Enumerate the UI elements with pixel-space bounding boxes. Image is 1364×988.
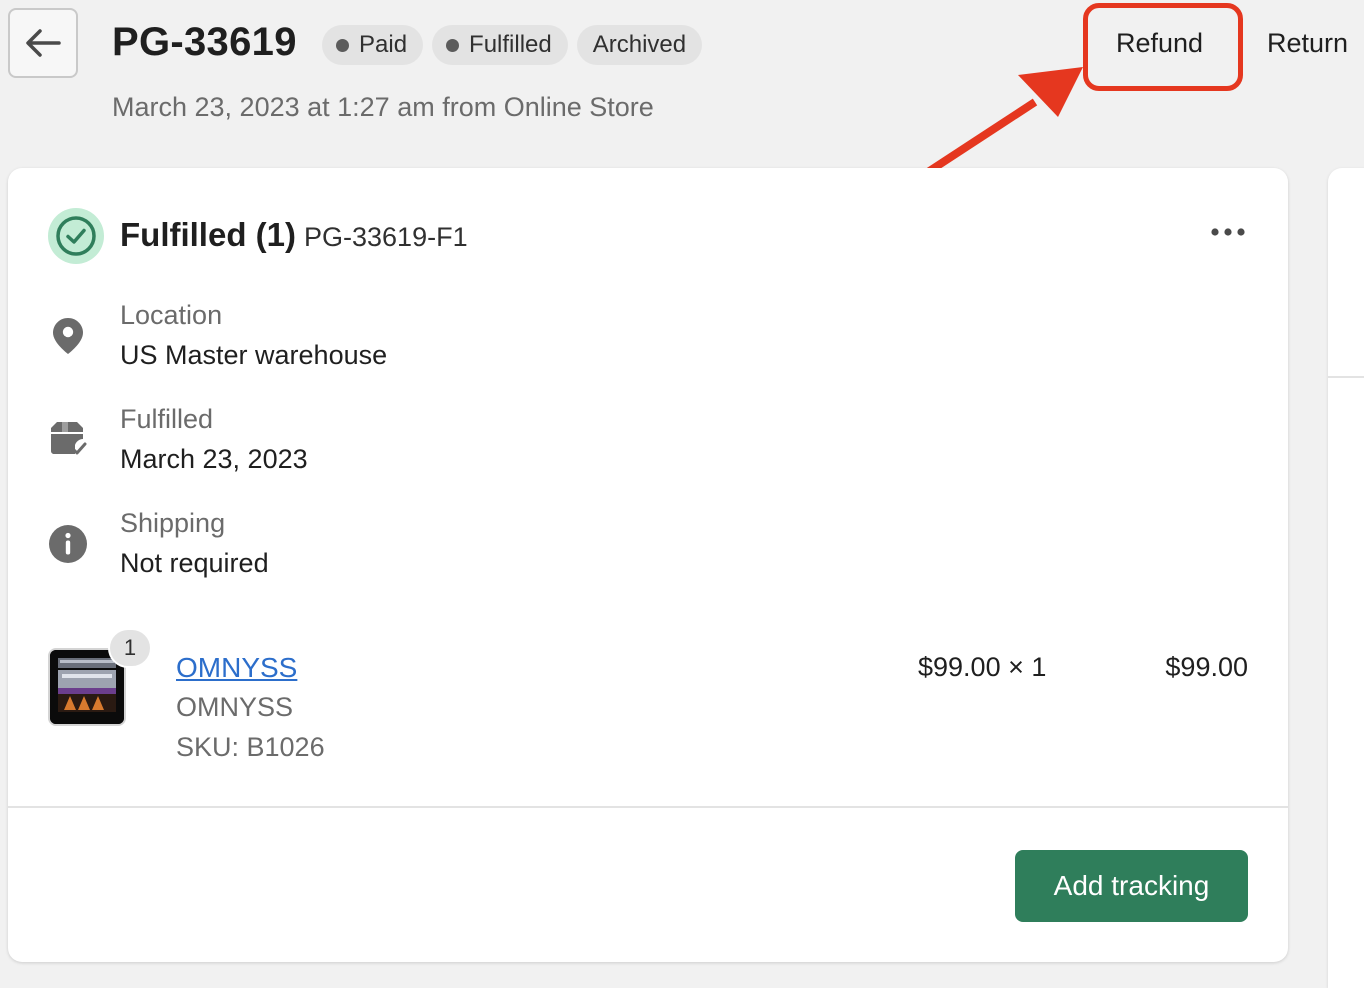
side-panel-card — [1328, 168, 1364, 988]
product-link[interactable]: OMNYSS — [176, 652, 297, 684]
fulfilled-value: March 23, 2023 — [120, 444, 308, 474]
location-label: Location — [120, 300, 223, 330]
fulfilled-label: Fulfilled — [120, 404, 214, 434]
return-button[interactable]: Return — [1267, 28, 1348, 59]
order-subtitle: March 23, 2023 at 1:27 am from Online St… — [112, 92, 654, 122]
quantity-badge: 1 — [108, 628, 152, 668]
divider — [1328, 376, 1364, 378]
product-variant: OMNYSS — [176, 692, 294, 722]
shipping-value: Not required — [120, 548, 269, 578]
status-dot — [446, 38, 460, 52]
fulfillment-title: Fulfilled (1) — [120, 216, 296, 253]
more-horizontal-icon — [1211, 228, 1245, 236]
card-divider — [8, 806, 1288, 808]
location-value: US Master warehouse — [120, 340, 388, 370]
fulfillment-card: Fulfilled (1) PG-33619-F1 Location US Ma… — [8, 168, 1288, 962]
order-number: PG-33619 — [112, 20, 297, 64]
status-dot — [336, 38, 349, 52]
status-badge-archived: Archived — [576, 25, 703, 65]
product-sku: SKU: B1026 — [176, 732, 325, 762]
refund-highlight-box — [1083, 3, 1243, 91]
info-icon — [48, 524, 88, 564]
line-total: $99.00 — [1165, 652, 1248, 682]
status-badges: Paid Fulfilled Archived — [322, 25, 703, 65]
badge-label: Archived — [592, 31, 687, 58]
fulfillment-id: PG-33619-F1 — [304, 222, 468, 252]
more-actions-button[interactable] — [1208, 218, 1248, 246]
status-badge-paid: Paid — [322, 25, 424, 65]
arrow-left-icon — [26, 29, 61, 57]
badge-label: Fulfilled — [469, 31, 552, 58]
location-pin-icon — [48, 316, 88, 356]
badge-label: Paid — [359, 31, 408, 58]
package-check-icon — [48, 418, 88, 458]
shipping-label: Shipping — [120, 508, 226, 538]
add-tracking-button[interactable]: Add tracking — [1015, 850, 1248, 922]
unit-price: $99.00 × 1 — [918, 652, 1047, 682]
status-badge-fulfilled: Fulfilled — [432, 25, 568, 65]
check-circle-icon — [48, 208, 104, 264]
back-button[interactable] — [8, 8, 78, 78]
